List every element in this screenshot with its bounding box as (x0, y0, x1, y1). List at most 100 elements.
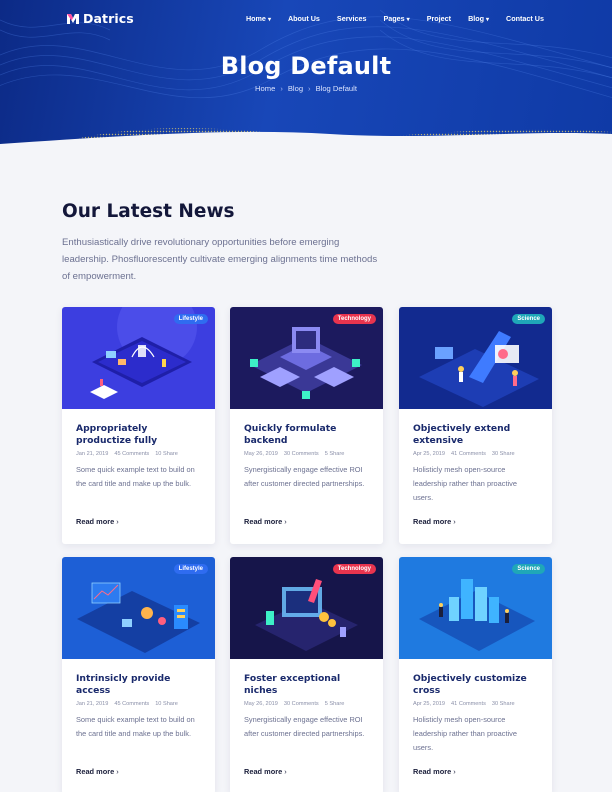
chevron-down-icon: ▾ (406, 17, 410, 23)
share-count[interactable]: 30 Share (492, 451, 515, 457)
chevron-right-icon: › (453, 767, 456, 776)
card-meta: Apr 25, 2019 41 Comments 30 Share (413, 451, 538, 457)
blog-card[interactable]: Lifestyle Appropriately productize fully… (62, 307, 215, 544)
breadcrumb-home[interactable]: Home (255, 84, 275, 93)
chevron-right-icon: › (280, 84, 283, 93)
post-date: Jan 21, 2019 (76, 451, 109, 457)
card-excerpt: Some quick example text to build on the … (76, 715, 195, 738)
nav-item-contact[interactable]: Contact Us (506, 14, 544, 23)
share-count[interactable]: 5 Share (325, 451, 345, 457)
card-title[interactable]: Objectively customize cross (413, 673, 538, 697)
blog-card[interactable]: Lifestyle Intrinsicly provide access Jan… (62, 557, 215, 792)
card-excerpt: Some quick example text to build on the … (76, 465, 195, 488)
comment-count[interactable]: 30 Comments (284, 701, 319, 707)
card-meta: May 26, 2019 30 Comments 5 Share (244, 701, 369, 707)
nav-item-label: Home (245, 14, 266, 23)
read-more-link[interactable]: Read more › (244, 517, 287, 526)
card-image[interactable]: Lifestyle (62, 307, 215, 409)
card-meta: Jan 21, 2019 45 Comments 10 Share (76, 701, 201, 707)
breadcrumb-current: Blog Default (315, 84, 357, 93)
category-badge[interactable]: Science (512, 564, 545, 574)
post-date: May 26, 2019 (244, 451, 278, 457)
category-badge[interactable]: Technology (332, 564, 376, 574)
category-badge[interactable]: Technology (332, 314, 376, 324)
blog-card[interactable]: Technology Quickly formulate backend May… (230, 307, 383, 544)
read-more-label: Read more (244, 767, 283, 776)
share-count[interactable]: 5 Share (325, 701, 345, 707)
comment-count[interactable]: 41 Comments (451, 451, 486, 457)
breadcrumb: Home › Blog › Blog Default (0, 84, 612, 93)
comment-count[interactable]: 41 Comments (451, 701, 486, 707)
comment-count[interactable]: 45 Comments (114, 451, 149, 457)
nav-item-label: About Us (287, 14, 320, 23)
read-more-label: Read more (244, 517, 283, 526)
read-more-label: Read more (76, 517, 115, 526)
post-date: Jan 21, 2019 (76, 701, 109, 707)
card-title[interactable]: Foster exceptional niches (244, 673, 369, 697)
section-description: Enthusiastically drive revolutionary opp… (62, 237, 378, 282)
blog-card[interactable]: Science Objectively customize cross Apr … (399, 557, 552, 792)
breadcrumb-blog[interactable]: Blog (288, 84, 303, 93)
comment-count[interactable]: 30 Comments (284, 451, 319, 457)
nav-item-label: Blog (468, 14, 485, 23)
share-count[interactable]: 30 Share (492, 701, 515, 707)
card-image[interactable]: Science (399, 557, 552, 659)
nav-item-home[interactable]: Home ▾ (246, 14, 271, 23)
card-title[interactable]: Quickly formulate backend (244, 423, 369, 447)
read-more-link[interactable]: Read more › (413, 767, 456, 776)
hero-banner: Datrics Home ▾ About Us Services Pages ▾ P… (0, 0, 612, 148)
card-title[interactable]: Objectively extend extensive (413, 423, 538, 447)
read-more-link[interactable]: Read more › (413, 517, 456, 526)
read-more-label: Read more (76, 767, 115, 776)
page-title: Blog Default (220, 52, 392, 80)
category-badge[interactable]: Lifestyle (173, 314, 208, 324)
share-count[interactable]: 10 Share (155, 701, 178, 707)
main-navigation: Datrics Home ▾ About Us Services Pages ▾ P… (0, 0, 612, 38)
chevron-right-icon: › (116, 767, 119, 776)
share-count[interactable]: 10 Share (155, 451, 178, 457)
card-excerpt: Synergistically engage effective ROI aft… (244, 465, 365, 488)
chevron-right-icon: › (284, 517, 287, 526)
blog-card[interactable]: Technology Foster exceptional niches May… (230, 557, 383, 792)
chevron-right-icon: › (284, 767, 287, 776)
read-more-link[interactable]: Read more › (244, 767, 287, 776)
card-image[interactable]: Technology (230, 557, 383, 659)
nav-item-services[interactable]: Services (337, 14, 367, 23)
nav-item-project[interactable]: Project (427, 14, 451, 23)
chevron-down-icon: ▾ (486, 17, 490, 23)
card-image[interactable]: Technology (230, 307, 383, 409)
card-meta: Apr 25, 2019 41 Comments 30 Share (413, 701, 538, 707)
nav-item-blog[interactable]: Blog ▾ (468, 14, 489, 23)
read-more-link[interactable]: Read more › (76, 767, 119, 776)
nav-item-pages[interactable]: Pages ▾ (383, 14, 409, 23)
category-badge[interactable]: Lifestyle (173, 564, 208, 574)
category-badge[interactable]: Science (512, 314, 545, 324)
card-meta: May 26, 2019 30 Comments 5 Share (244, 451, 369, 457)
chevron-right-icon: › (453, 517, 456, 526)
card-image[interactable]: Lifestyle (62, 557, 215, 659)
nav-item-label: Pages (383, 14, 405, 23)
card-title[interactable]: Appropriately productize fully (76, 423, 201, 447)
read-more-link[interactable]: Read more › (76, 517, 119, 526)
card-excerpt: Holisticly mesh open-source leadership r… (413, 465, 517, 502)
post-date: Apr 25, 2019 (413, 451, 446, 457)
card-meta: Jan 21, 2019 45 Comments 10 Share (76, 451, 201, 457)
card-excerpt: Holisticly mesh open-source leadership r… (413, 715, 517, 752)
brand-name: Datrics (83, 11, 134, 26)
blog-card[interactable]: Science Objectively extend extensive Apr… (399, 307, 552, 544)
comment-count[interactable]: 45 Comments (114, 701, 149, 707)
card-image[interactable]: Science (399, 307, 552, 409)
logo-icon (67, 13, 79, 24)
nav-item-about[interactable]: About Us (288, 14, 320, 23)
post-date: May 26, 2019 (244, 701, 278, 707)
brand-logo[interactable]: Datrics (66, 11, 134, 26)
read-more-label: Read more (413, 517, 452, 526)
card-title[interactable]: Intrinsicly provide access (76, 673, 201, 697)
chevron-right-icon: › (116, 517, 119, 526)
nav-item-label: Contact Us (506, 14, 544, 23)
nav-item-label: Services (336, 14, 367, 23)
hero-bottom-curve (0, 131, 612, 148)
card-excerpt: Synergistically engage effective ROI aft… (244, 715, 365, 738)
section-title: Our Latest News (62, 201, 235, 222)
chevron-down-icon: ▾ (267, 17, 271, 23)
